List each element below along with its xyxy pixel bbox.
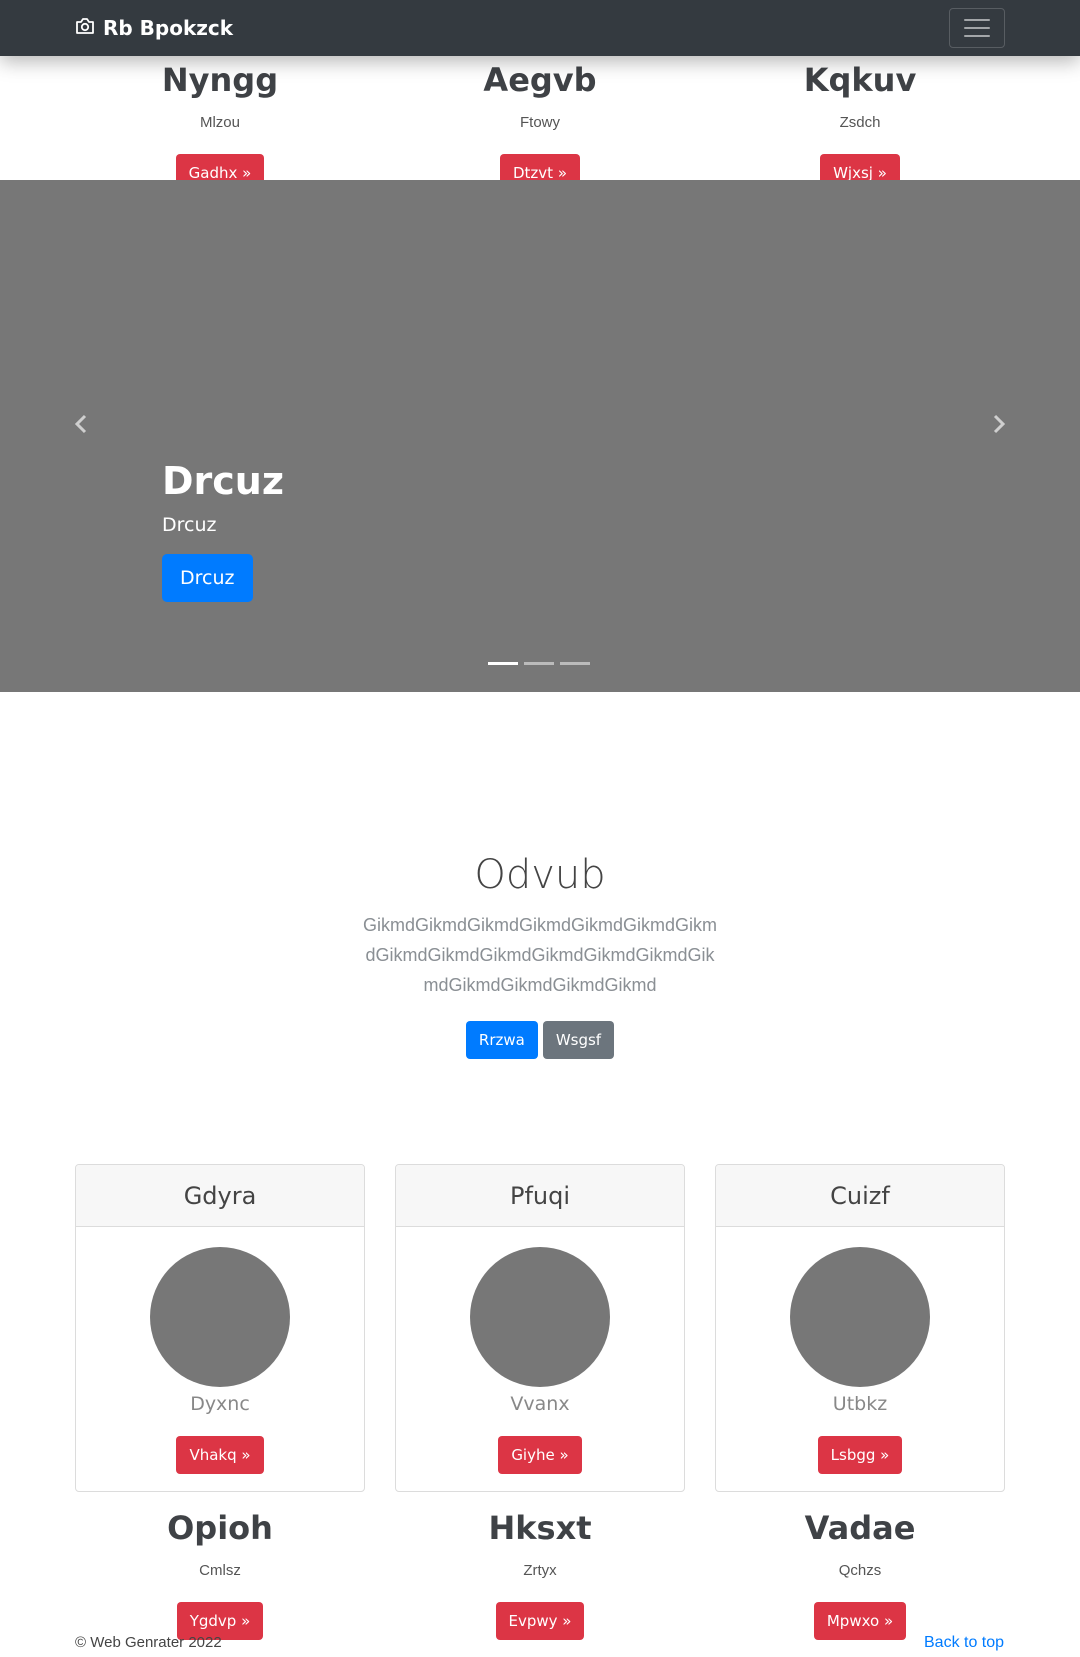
card-name: Dyxnc — [190, 1393, 250, 1415]
card-header: Gdyra — [76, 1165, 364, 1227]
jumbotron-lead: GikmdGikmdGikmdGikmdGikmdGikmdGikmdGikmd… — [362, 915, 718, 995]
back-to-top-link[interactable]: Back to top — [924, 1634, 1004, 1652]
avatar — [790, 1247, 930, 1387]
feature-button[interactable]: Mpwxo » — [813, 1602, 907, 1640]
feature-title: Kqkuv — [803, 61, 917, 99]
chevron-left-icon — [74, 414, 87, 434]
brand-label: Rb Bpokzck — [103, 16, 234, 40]
feature-text: Qchzs — [838, 1562, 882, 1579]
feature-column: Nyngg Mlzou Gadhx » — [75, 56, 365, 192]
avatar — [150, 1247, 290, 1387]
jumbotron-actions: Rrzwa Wsgsf — [0, 1021, 1080, 1059]
carousel-prev-button[interactable] — [70, 412, 94, 436]
carousel-next-button[interactable] — [986, 412, 1010, 436]
profile-card: Cuizf Utbkz Lsbgg » — [715, 1164, 1005, 1492]
feature-title: Hksxt — [488, 1509, 592, 1547]
hamburger-icon — [964, 35, 990, 37]
card-header: Cuizf — [716, 1165, 1004, 1227]
feature-text: Zrtyx — [523, 1562, 557, 1579]
feature-column: Vadae Qchzs Mpwxo » — [715, 1508, 1005, 1640]
top-feature-row: Nyngg Mlzou Gadhx » Aegvb Ftowy Dtzvt » … — [75, 56, 1005, 192]
feature-title: Opioh — [167, 1509, 273, 1547]
carousel-indicator[interactable] — [524, 662, 554, 665]
card-name: Utbkz — [832, 1393, 888, 1415]
feature-text: Cmlsz — [199, 1562, 241, 1579]
primary-button[interactable]: Rrzwa — [465, 1021, 538, 1059]
navbar-brand[interactable]: Rb Bpokzck — [75, 16, 233, 40]
avatar — [470, 1247, 610, 1387]
chevron-right-icon — [993, 414, 1006, 434]
bottom-feature-row: Opioh Cmlsz Ygdvp » Hksxt Zrtyx Evpwy » … — [75, 1508, 1005, 1640]
card-name: Vvanx — [510, 1393, 570, 1415]
card-body: Dyxnc Vhakq » — [76, 1247, 364, 1474]
feature-text: Mlzou — [199, 114, 240, 131]
jumbotron: Odvub GikmdGikmdGikmdGikmdGikmdGikmdGikm… — [0, 692, 1080, 1102]
feature-column: Opioh Cmlsz Ygdvp » — [75, 1508, 365, 1640]
feature-column: Kqkuv Zsdch Wjxsj » — [715, 56, 1005, 192]
feature-button[interactable]: Evpwy » — [495, 1602, 585, 1640]
carousel-text: Drcuz — [162, 514, 217, 536]
card-button[interactable]: Vhakq » — [176, 1436, 264, 1474]
feature-text: Ftowy — [519, 114, 560, 131]
feature-title: Nyngg — [161, 61, 279, 99]
card-button[interactable]: Giyhe » — [498, 1436, 582, 1474]
profile-card: Gdyra Dyxnc Vhakq » — [75, 1164, 365, 1492]
carousel-indicator[interactable] — [560, 662, 590, 665]
card-body: Utbkz Lsbgg » — [716, 1247, 1004, 1474]
carousel: Drcuz Drcuz Drcuz — [0, 180, 1080, 692]
card-header: Pfuqi — [396, 1165, 684, 1227]
card-button[interactable]: Lsbgg » — [817, 1436, 903, 1474]
navbar: Rb Bpokzck — [0, 0, 1080, 56]
hamburger-icon — [964, 19, 990, 21]
card-row: Gdyra Dyxnc Vhakq » Pfuqi Vvanx Giyhe » … — [75, 1164, 1005, 1492]
carousel-indicator[interactable] — [488, 662, 518, 665]
profile-card: Pfuqi Vvanx Giyhe » — [395, 1164, 685, 1492]
feature-title: Vadae — [804, 1509, 916, 1547]
carousel-cta-button[interactable]: Drcuz — [162, 554, 253, 602]
card-body: Vvanx Giyhe » — [396, 1247, 684, 1474]
hamburger-icon — [964, 27, 990, 29]
feature-column: Aegvb Ftowy Dtzvt » — [395, 56, 685, 192]
carousel-indicators — [488, 662, 590, 665]
carousel-caption: Drcuz Drcuz Drcuz — [162, 458, 284, 602]
camera-icon — [75, 16, 95, 40]
feature-text: Zsdch — [839, 114, 881, 131]
footer-copyright: © Web Genrater 2022 — [75, 1634, 222, 1651]
navbar-toggler-button[interactable] — [949, 8, 1005, 48]
feature-column: Hksxt Zrtyx Evpwy » — [395, 1508, 685, 1640]
carousel-heading: Drcuz — [162, 459, 284, 503]
feature-title: Aegvb — [483, 61, 597, 99]
secondary-button[interactable]: Wsgsf — [542, 1021, 615, 1059]
jumbotron-title: Odvub — [474, 852, 606, 898]
